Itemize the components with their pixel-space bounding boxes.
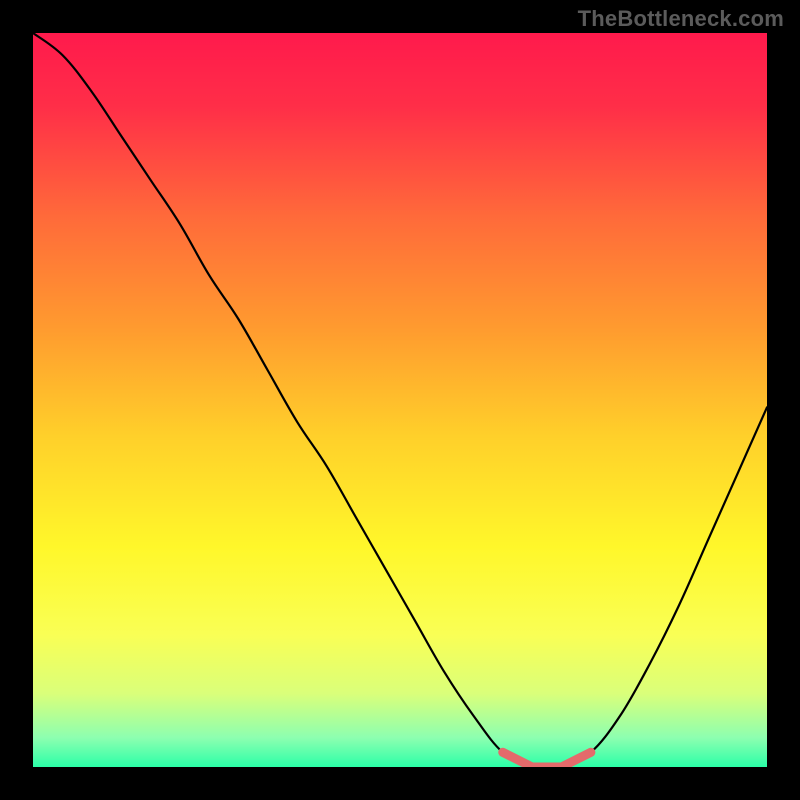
background-gradient xyxy=(33,33,767,767)
chart-frame: TheBottleneck.com xyxy=(0,0,800,800)
attribution-text: TheBottleneck.com xyxy=(578,6,784,32)
plot-area xyxy=(33,33,767,767)
